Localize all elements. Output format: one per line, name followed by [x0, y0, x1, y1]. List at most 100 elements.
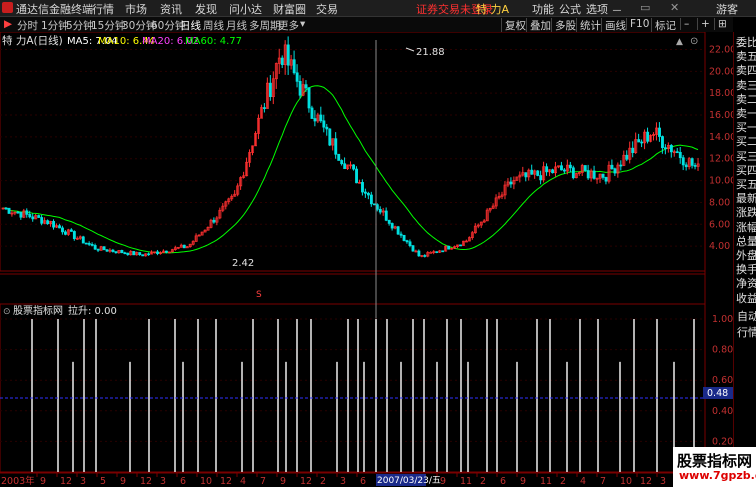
panel-plus-icon[interactable]: + — [697, 18, 710, 30]
menu-item-caifuquan[interactable]: 财富圈 — [273, 1, 306, 17]
candle-body — [90, 244, 94, 246]
panel-minus-icon[interactable]: – — [680, 18, 689, 30]
candle-body — [387, 219, 391, 224]
candle-body — [307, 87, 311, 109]
restore-icon[interactable]: ▭ — [640, 1, 650, 14]
x-tick-label: 4 — [580, 476, 586, 487]
period-15min[interactable]: 15分钟 — [91, 18, 125, 33]
period-multi[interactable]: 多周期 — [249, 18, 281, 33]
price-tick-label: 6.00 — [709, 219, 730, 230]
auto-quote-panel[interactable]: 自动 行情 — [735, 308, 756, 340]
candle-body — [37, 215, 41, 218]
candle-body — [7, 207, 11, 214]
close-icon[interactable]: ✕ — [670, 1, 679, 14]
settings-icon[interactable]: ⊙ — [690, 36, 698, 47]
auto-label[interactable]: 自动 — [737, 308, 756, 324]
candle-body — [52, 221, 56, 228]
candle-body — [361, 181, 364, 193]
price-tick-label: 4.00 — [709, 241, 730, 252]
guest-label[interactable]: 游客 — [716, 1, 738, 17]
candle-body — [40, 217, 44, 224]
sidebar-item-18[interactable]: 收益 — [736, 290, 756, 306]
candle-body — [364, 191, 367, 194]
candle-body — [661, 136, 664, 149]
up-arrow-icon[interactable]: ▲ — [676, 37, 683, 47]
menu-item-jiaoyi[interactable]: 交易 — [316, 1, 338, 17]
candle-body — [366, 192, 370, 196]
cursor-date: 2007/03/23/五 — [377, 476, 441, 486]
period-daily[interactable]: 日线 — [180, 18, 201, 33]
x-tick-label: 9 — [520, 476, 526, 487]
period-1min[interactable]: 1分钟 — [41, 18, 69, 33]
candle-body — [399, 233, 403, 236]
menu-item-hangqing[interactable]: 行情 — [92, 1, 114, 17]
period-5min[interactable]: 5分钟 — [66, 18, 94, 33]
menu-item-xuanxiang[interactable]: 选项 — [586, 1, 608, 17]
quote-label[interactable]: 行情 — [737, 324, 756, 340]
candle-body — [319, 114, 323, 122]
candle-body — [58, 225, 61, 229]
candle-body — [328, 128, 332, 146]
menu-item-faxian[interactable]: 发现 — [195, 1, 217, 17]
app-title: 通达信金融终端 — [16, 3, 93, 16]
btn-biaoji[interactable]: 标记 — [651, 18, 676, 33]
period-more[interactable]: 更多 — [278, 18, 299, 33]
menu-item-gongshi[interactable]: 公式 — [559, 1, 581, 17]
x-tick-label: 10 — [620, 476, 632, 487]
candle-body — [334, 138, 338, 155]
x-tick-label: 9 — [120, 476, 126, 487]
candle-body — [545, 166, 549, 173]
candle-body — [681, 157, 685, 166]
indicator-tick-label: 1.00 — [712, 314, 733, 325]
indicator-tick-label: 0.20 — [712, 436, 733, 447]
candle-body — [64, 231, 67, 235]
x-tick-label: 7 — [600, 476, 606, 487]
candle-body — [165, 250, 168, 253]
btn-huaxian[interactable]: 画线 — [601, 18, 626, 33]
candle-body — [571, 167, 575, 179]
candle-body — [96, 248, 100, 251]
btn-diejia[interactable]: 叠加 — [526, 18, 551, 33]
candle-body — [375, 204, 379, 210]
btn-f10[interactable]: F10 — [626, 18, 649, 30]
candle-body — [105, 249, 109, 252]
candle-body — [369, 194, 373, 205]
candle-body — [322, 120, 326, 128]
candle-body — [84, 242, 88, 245]
btn-duogu[interactable]: 多股 — [551, 18, 576, 33]
menu-item-wenxiaoda[interactable]: 问小达 — [229, 1, 262, 17]
watermark-url: www.7gpzb.com — [679, 469, 756, 482]
x-tick-label: 12 — [140, 476, 152, 487]
candle-body — [664, 147, 667, 150]
minimize-icon[interactable]: ⚊ — [612, 1, 622, 14]
candle-body — [690, 158, 694, 166]
period-monthly[interactable]: 月线 — [226, 18, 247, 33]
watermark-title: 股票指标网 — [677, 452, 753, 470]
candle-body — [631, 147, 635, 153]
period-fenshi[interactable]: 分时 — [17, 18, 38, 33]
candle-body — [72, 231, 76, 240]
panel-options-icon[interactable]: ⊞ — [714, 18, 727, 30]
candle-body — [212, 219, 216, 223]
candle-body — [441, 250, 445, 253]
period-weekly[interactable]: 周线 — [203, 18, 224, 33]
candle-body — [408, 241, 412, 246]
x-tick-label: 10 — [200, 476, 212, 487]
candle-body — [509, 181, 513, 185]
x-tick-label: 12 — [640, 476, 652, 487]
candle-body — [435, 251, 439, 253]
btn-fuquan[interactable]: 复权 — [501, 18, 526, 33]
toolbar-arrow-icon[interactable]: ▶ — [4, 18, 12, 30]
chart-area[interactable]: 22.00 20.00 18.00 16.00 14.00 12.00 10.00 8.00 6… — [0, 32, 733, 487]
btn-tongji[interactable]: 统计 — [576, 18, 601, 33]
x-tick-label: 12 — [300, 476, 312, 487]
menu-item-gongneng[interactable]: 功能 — [532, 1, 554, 17]
indicator-current-value: 0.48 — [707, 388, 728, 399]
candle-body — [658, 127, 661, 137]
candle-body — [325, 126, 329, 130]
candle-body — [28, 214, 32, 218]
menu-item-shichang[interactable]: 市场 — [125, 1, 147, 17]
menu-bar: 通达信金融终端 行情 市场 资讯 发现 问小达 财富圈 交易 证券交易未登录 特… — [0, 0, 756, 17]
menu-item-zixun[interactable]: 资讯 — [160, 1, 182, 17]
more-dropdown-icon[interactable]: ▾ — [300, 18, 305, 30]
